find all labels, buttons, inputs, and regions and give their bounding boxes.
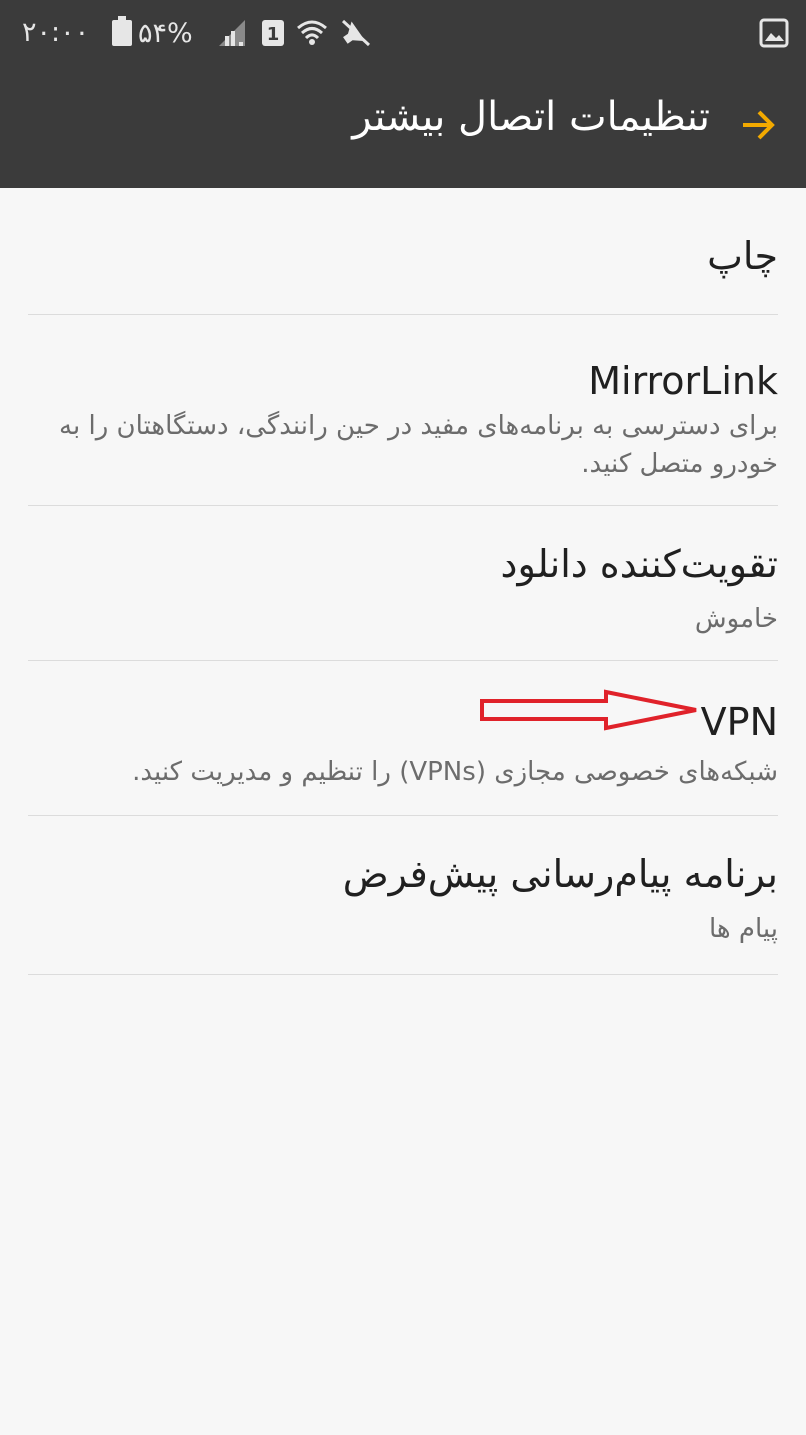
screen: ۲۰:۰۰ ۵۴% 1 تنظیمات اتصال بیشتر چاپ Mirr…	[0, 0, 806, 1435]
sim-1-icon: 1	[261, 20, 284, 46]
setting-subtitle: خاموش	[694, 604, 778, 634]
settings-list: چاپ MirrorLink برای دسترسی به برنامه‌های…	[0, 188, 806, 975]
page-title: تنظیمات اتصال بیشتر	[352, 94, 710, 140]
setting-title: چاپ	[707, 234, 778, 278]
setting-item-print[interactable]: چاپ	[28, 188, 778, 315]
status-bar: ۲۰:۰۰ ۵۴% 1	[0, 0, 806, 64]
svg-text:1: 1	[266, 24, 279, 45]
wifi-icon	[296, 20, 327, 45]
gallery-icon	[759, 18, 789, 48]
setting-item-vpn[interactable]: VPN شبکه‌های خصوصی مجازی (VPNs) را تنظیم…	[28, 661, 778, 816]
setting-subtitle: برای دسترسی به برنامه‌های مفید در حین را…	[59, 411, 778, 479]
app-toolbar: تنظیمات اتصال بیشتر	[0, 64, 806, 188]
status-icons: ۵۴% 1	[112, 16, 373, 50]
battery-icon	[112, 16, 132, 46]
battery-percent: ۵۴%	[138, 17, 193, 49]
setting-subtitle: پیام ها	[709, 914, 778, 944]
setting-title: تقویت‌کننده دانلود	[500, 542, 778, 586]
setting-subtitle: شبکه‌های خصوصی مجازی (VPNs) را تنظیم و م…	[132, 757, 778, 787]
setting-title: VPN	[700, 700, 778, 744]
setting-title: برنامه پیام‌رسانی پیش‌فرض	[342, 852, 778, 896]
status-time: ۲۰:۰۰	[22, 17, 90, 48]
setting-title: MirrorLink	[588, 359, 778, 403]
signal-icon	[218, 20, 245, 46]
setting-item-download-booster[interactable]: تقویت‌کننده دانلود خاموش	[28, 506, 778, 661]
setting-item-mirrorlink[interactable]: MirrorLink برای دسترسی به برنامه‌های مفی…	[28, 315, 778, 506]
annotation-arrow-icon	[480, 689, 697, 731]
mute-icon	[341, 19, 370, 47]
arrow-right-icon[interactable]	[740, 107, 776, 143]
setting-item-default-messaging-app[interactable]: برنامه پیام‌رسانی پیش‌فرض پیام ها	[28, 816, 778, 975]
